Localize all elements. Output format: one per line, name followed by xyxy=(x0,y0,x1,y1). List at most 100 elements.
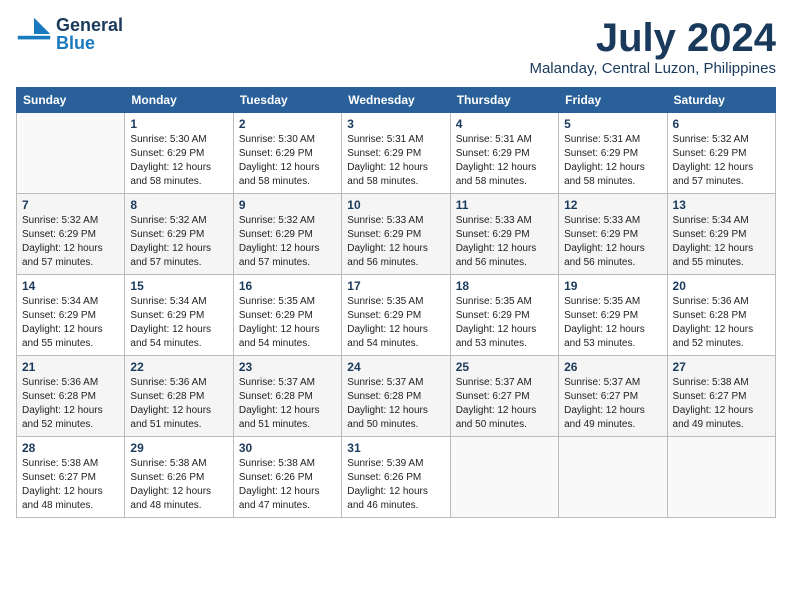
calendar-cell: 3Sunrise: 5:31 AM Sunset: 6:29 PM Daylig… xyxy=(342,113,450,194)
day-info: Sunrise: 5:34 AM Sunset: 6:29 PM Dayligh… xyxy=(673,214,770,270)
day-number: 27 xyxy=(673,360,770,374)
col-saturday: Saturday xyxy=(667,88,775,113)
day-number: 25 xyxy=(456,360,553,374)
calendar-cell xyxy=(450,437,558,518)
day-number: 15 xyxy=(130,279,227,293)
day-info: Sunrise: 5:36 AM Sunset: 6:28 PM Dayligh… xyxy=(130,376,227,432)
day-number: 31 xyxy=(347,441,444,455)
calendar-cell: 18 Sunrise: 5:35 AM Sunset: 6:29 PM Dayli… xyxy=(450,275,558,356)
day-info: Sunrise: 5:35 AM Sunset: 6:29 PM Dayligh… xyxy=(239,295,336,351)
calendar-cell: 8 Sunrise: 5:32 AM Sunset: 6:29 PM Daylig… xyxy=(125,194,233,275)
day-number: 29 xyxy=(130,441,227,455)
day-number: 23 xyxy=(239,360,336,374)
week-row: 1Sunrise: 5:30 AM Sunset: 6:29 PM Daylig… xyxy=(17,113,776,194)
week-row: 14Sunrise: 5:34 AM Sunset: 6:29 PM Dayli… xyxy=(17,275,776,356)
calendar-cell: 23Sunrise: 5:37 AM Sunset: 6:28 PM Dayli… xyxy=(233,356,341,437)
col-thursday: Thursday xyxy=(450,88,558,113)
day-number: 24 xyxy=(347,360,444,374)
col-wednesday: Wednesday xyxy=(342,88,450,113)
day-info: Sunrise: 5:38 AM Sunset: 6:27 PM Dayligh… xyxy=(22,457,119,513)
calendar-cell: 7Sunrise: 5:32 AM Sunset: 6:29 PM Daylig… xyxy=(17,194,125,275)
logo-brand: General Blue xyxy=(56,16,123,52)
calendar-cell: 20 Sunrise: 5:36 AM Sunset: 6:28 PM Dayli… xyxy=(667,275,775,356)
day-info: Sunrise: 5:34 AM Sunset: 6:29 PM Dayligh… xyxy=(22,295,119,351)
day-info: Sunrise: 5:38 AM Sunset: 6:26 PM Dayligh… xyxy=(239,457,336,513)
day-number: 8 xyxy=(130,198,227,212)
day-number: 30 xyxy=(239,441,336,455)
day-info: Sunrise: 5:36 AM Sunset: 6:28 PM Dayligh… xyxy=(22,376,119,432)
day-info: Sunrise: 5:36 AM Sunset: 6:28 PM Dayligh… xyxy=(673,295,770,351)
page-header: General Blue July 2024 Malanday, Central… xyxy=(16,16,776,77)
calendar-cell: 13 Sunrise: 5:34 AM Sunset: 6:29 PM Dayli… xyxy=(667,194,775,275)
logo-blue-text: Blue xyxy=(56,34,123,52)
day-info: Sunrise: 5:35 AM Sunset: 6:29 PM Dayligh… xyxy=(456,295,553,351)
calendar-cell: 16 Sunrise: 5:35 AM Sunset: 6:29 PM Dayli… xyxy=(233,275,341,356)
day-number: 7 xyxy=(22,198,119,212)
logo: General Blue xyxy=(16,16,123,52)
day-info: Sunrise: 5:37 AM Sunset: 6:28 PM Dayligh… xyxy=(347,376,444,432)
calendar-cell xyxy=(17,113,125,194)
calendar-cell: 28 Sunrise: 5:38 AM Sunset: 6:27 PM Dayli… xyxy=(17,437,125,518)
calendar-cell: 10 Sunrise: 5:33 AM Sunset: 6:29 PM Dayli… xyxy=(342,194,450,275)
day-info: Sunrise: 5:31 AM Sunset: 6:29 PM Dayligh… xyxy=(456,133,553,189)
day-info: Sunrise: 5:35 AM Sunset: 6:29 PM Dayligh… xyxy=(347,295,444,351)
day-number: 26 xyxy=(564,360,661,374)
day-info: Sunrise: 5:33 AM Sunset: 6:29 PM Dayligh… xyxy=(347,214,444,270)
day-info: Sunrise: 5:32 AM Sunset: 6:29 PM Dayligh… xyxy=(673,133,770,189)
day-info: Sunrise: 5:31 AM Sunset: 6:29 PM Dayligh… xyxy=(564,133,661,189)
day-number: 10 xyxy=(347,198,444,212)
month-title: July 2024 xyxy=(529,16,776,60)
calendar-table: Sunday Monday Tuesday Wednesday Thursday… xyxy=(16,87,776,518)
day-info: Sunrise: 5:37 AM Sunset: 6:27 PM Dayligh… xyxy=(456,376,553,432)
calendar-cell: 26 Sunrise: 5:37 AM Sunset: 6:27 PM Dayli… xyxy=(559,356,667,437)
day-number: 1 xyxy=(130,117,227,131)
calendar-cell: 22 Sunrise: 5:36 AM Sunset: 6:28 PM Dayli… xyxy=(125,356,233,437)
calendar-cell: 15 Sunrise: 5:34 AM Sunset: 6:29 PM Dayli… xyxy=(125,275,233,356)
col-friday: Friday xyxy=(559,88,667,113)
calendar-cell: 9 Sunrise: 5:32 AM Sunset: 6:29 PM Daylig… xyxy=(233,194,341,275)
calendar-cell: 21Sunrise: 5:36 AM Sunset: 6:28 PM Dayli… xyxy=(17,356,125,437)
col-tuesday: Tuesday xyxy=(233,88,341,113)
day-number: 3 xyxy=(347,117,444,131)
location-title: Malanday, Central Luzon, Philippines xyxy=(529,60,776,77)
day-number: 4 xyxy=(456,117,553,131)
day-info: Sunrise: 5:38 AM Sunset: 6:27 PM Dayligh… xyxy=(673,376,770,432)
day-number: 9 xyxy=(239,198,336,212)
calendar-cell: 5 Sunrise: 5:31 AM Sunset: 6:29 PM Daylig… xyxy=(559,113,667,194)
day-info: Sunrise: 5:32 AM Sunset: 6:29 PM Dayligh… xyxy=(130,214,227,270)
day-number: 19 xyxy=(564,279,661,293)
calendar-cell: 1Sunrise: 5:30 AM Sunset: 6:29 PM Daylig… xyxy=(125,113,233,194)
day-number: 11 xyxy=(456,198,553,212)
calendar-cell: 14Sunrise: 5:34 AM Sunset: 6:29 PM Dayli… xyxy=(17,275,125,356)
day-info: Sunrise: 5:32 AM Sunset: 6:29 PM Dayligh… xyxy=(239,214,336,270)
day-number: 20 xyxy=(673,279,770,293)
calendar-cell: 29Sunrise: 5:38 AM Sunset: 6:26 PM Dayli… xyxy=(125,437,233,518)
day-info: Sunrise: 5:33 AM Sunset: 6:29 PM Dayligh… xyxy=(456,214,553,270)
logo-icon xyxy=(16,16,52,52)
calendar-cell: 19 Sunrise: 5:35 AM Sunset: 6:29 PM Dayli… xyxy=(559,275,667,356)
day-number: 28 xyxy=(22,441,119,455)
calendar-cell: 2Sunrise: 5:30 AM Sunset: 6:29 PM Daylig… xyxy=(233,113,341,194)
day-info: Sunrise: 5:34 AM Sunset: 6:29 PM Dayligh… xyxy=(130,295,227,351)
calendar-cell: 31Sunrise: 5:39 AM Sunset: 6:26 PM Dayli… xyxy=(342,437,450,518)
day-number: 12 xyxy=(564,198,661,212)
day-number: 13 xyxy=(673,198,770,212)
title-area: July 2024 Malanday, Central Luzon, Phili… xyxy=(529,16,776,77)
day-info: Sunrise: 5:35 AM Sunset: 6:29 PM Dayligh… xyxy=(564,295,661,351)
week-row: 28 Sunrise: 5:38 AM Sunset: 6:27 PM Dayli… xyxy=(17,437,776,518)
header-row: Sunday Monday Tuesday Wednesday Thursday… xyxy=(17,88,776,113)
calendar-cell: 6Sunrise: 5:32 AM Sunset: 6:29 PM Daylig… xyxy=(667,113,775,194)
week-row: 21Sunrise: 5:36 AM Sunset: 6:28 PM Dayli… xyxy=(17,356,776,437)
calendar-cell: 4 Sunrise: 5:31 AM Sunset: 6:29 PM Daylig… xyxy=(450,113,558,194)
calendar-cell: 11 Sunrise: 5:33 AM Sunset: 6:29 PM Dayli… xyxy=(450,194,558,275)
day-number: 2 xyxy=(239,117,336,131)
day-number: 5 xyxy=(564,117,661,131)
day-info: Sunrise: 5:37 AM Sunset: 6:27 PM Dayligh… xyxy=(564,376,661,432)
calendar-cell xyxy=(559,437,667,518)
day-info: Sunrise: 5:33 AM Sunset: 6:29 PM Dayligh… xyxy=(564,214,661,270)
calendar-cell: 25 Sunrise: 5:37 AM Sunset: 6:27 PM Dayli… xyxy=(450,356,558,437)
calendar-cell: 17Sunrise: 5:35 AM Sunset: 6:29 PM Dayli… xyxy=(342,275,450,356)
day-number: 22 xyxy=(130,360,227,374)
day-number: 18 xyxy=(456,279,553,293)
day-number: 16 xyxy=(239,279,336,293)
